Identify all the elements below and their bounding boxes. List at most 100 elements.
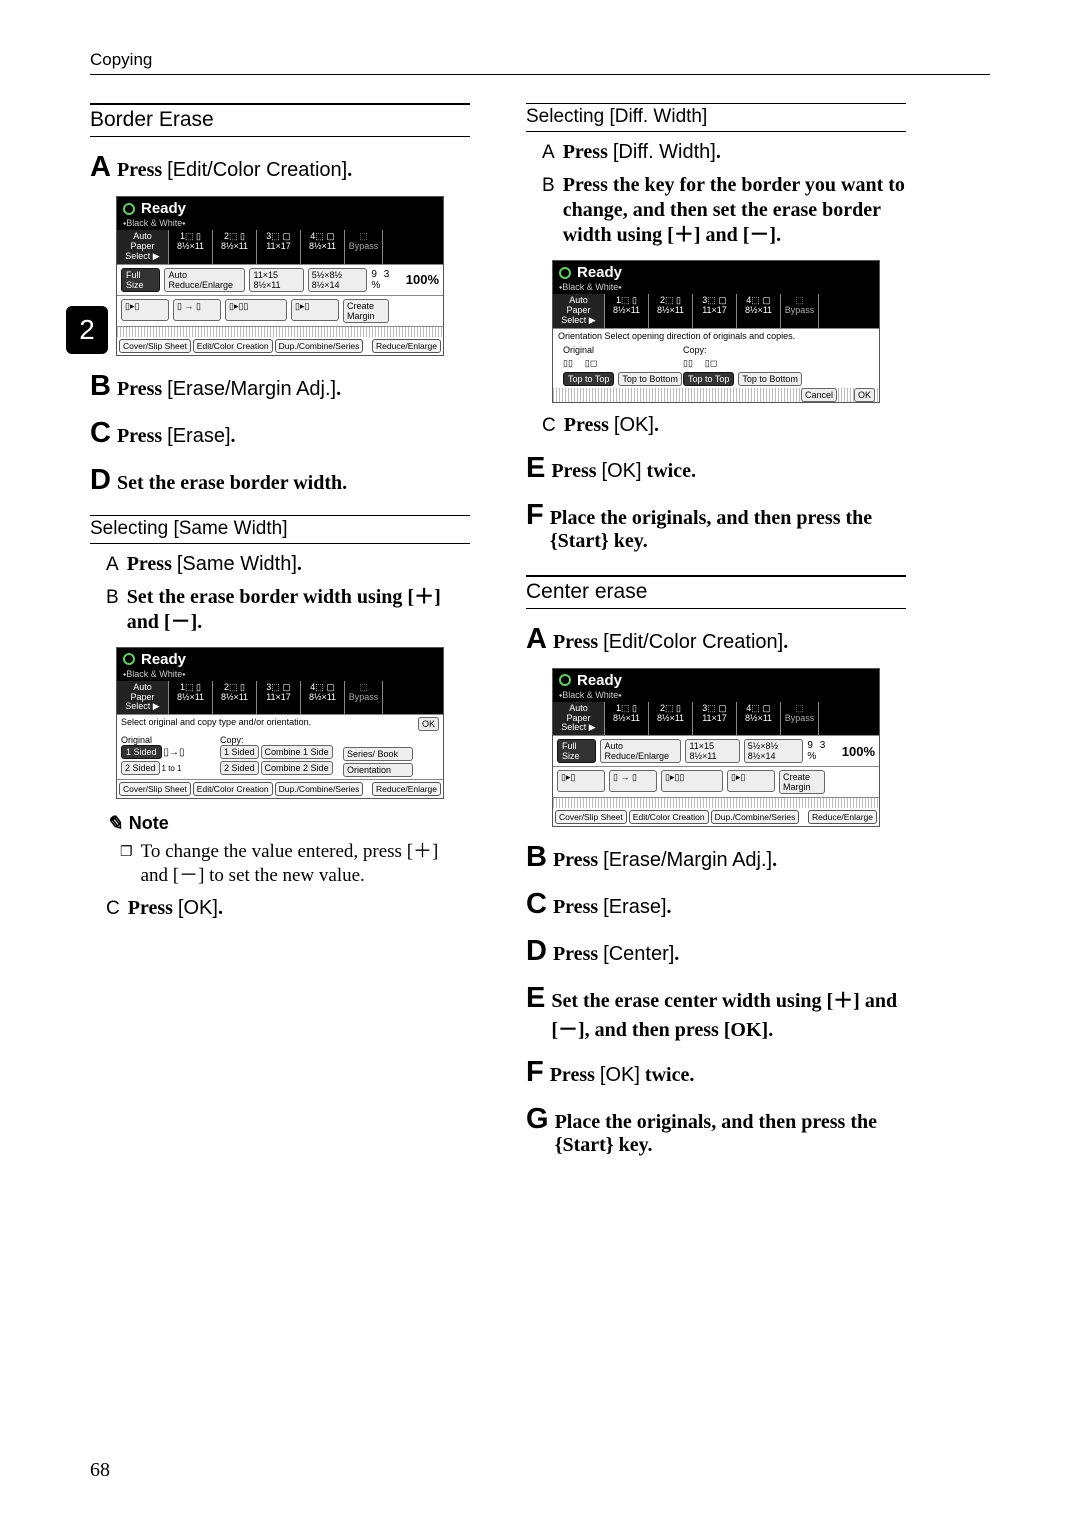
scr2-f4[interactable]: Reduce/Enlarge — [372, 782, 441, 796]
scr2-cmb2[interactable]: Combine 2 Side — [261, 761, 333, 775]
diff-width-heading: Selecting [Diff. Width] — [526, 103, 906, 132]
page-header: Copying — [90, 50, 990, 75]
scr2-c1s[interactable]: 1 Sided — [220, 745, 259, 759]
scr4-t3[interactable]: 3⬚ ▢ 11×17 — [693, 702, 737, 736]
scr2-orn[interactable]: Orientation — [343, 763, 413, 777]
scr-thumb3[interactable]: ▯▸▯▯ — [225, 299, 287, 321]
scr-tray4[interactable]: 4⬚ ▢ 8½×11 — [301, 230, 345, 264]
scr4-f2[interactable]: Edit/Color Creation — [629, 810, 709, 824]
scr-foot1[interactable]: Cover/Slip Sheet — [119, 339, 191, 353]
screenshot-2: Ready ⬩Black & White⬩ Auto Paper Select … — [116, 647, 444, 800]
s2-letter-g: G — [526, 1103, 549, 1136]
scr-thumb4[interactable]: ▯▸▯ — [291, 299, 339, 321]
scr2-copy: Copy: — [220, 735, 340, 745]
b-btn: [Erase/Margin Adj.] — [167, 378, 336, 400]
scr4-th1[interactable]: ▯▸▯ — [557, 770, 605, 792]
scr3-t2[interactable]: 2⬚ ▯ 8½×11 — [649, 294, 693, 328]
scr2-ap[interactable]: Auto Paper Select ▶ — [117, 681, 169, 715]
scr-thumb2[interactable]: ▯ → ▯ — [173, 299, 221, 321]
scr4-t1[interactable]: 1⬚ ▯ 8½×11 — [605, 702, 649, 736]
s2f-b: [OK] — [600, 1064, 640, 1086]
left-column: Border Erase A Press [Edit/Color Creatio… — [90, 101, 470, 1165]
scr2-t4[interactable]: 4⬚ ▢ 8½×11 — [301, 681, 345, 715]
scr4-f1[interactable]: Cover/Slip Sheet — [555, 810, 627, 824]
scr4-th2[interactable]: ▯ → ▯ — [609, 770, 657, 792]
note-label: Note — [129, 813, 169, 834]
scr4-r1[interactable]: 11×15 8½×11 — [685, 739, 739, 763]
scr4-fs[interactable]: Full Size — [557, 739, 596, 763]
scr-tray3[interactable]: 3⬚ ▢ 11×17 — [257, 230, 301, 264]
s2c-p: Press — [553, 896, 603, 918]
scr-thumb1[interactable]: ▯▸▯ — [121, 299, 169, 321]
scr2-sb[interactable]: Series/ Book — [343, 747, 413, 761]
scr2-t1[interactable]: 1⬚ ▯ 8½×11 — [169, 681, 213, 715]
scr4-ar[interactable]: Auto Reduce/Enlarge — [600, 739, 681, 763]
scr-foot4[interactable]: Reduce/Enlarge — [372, 339, 441, 353]
scr2-by[interactable]: ⬚ Bypass — [345, 681, 383, 715]
r-sub-b-letter: B — [542, 175, 555, 197]
scr2-t2[interactable]: 2⬚ ▯ 8½×11 — [213, 681, 257, 715]
s2-step-g: G Place the originals, and then press th… — [526, 1103, 906, 1157]
ra-prefix: Press — [563, 141, 613, 163]
scr2-orient-row: Select original and copy type and/or ori… — [121, 717, 311, 731]
scr4-th3[interactable]: ▯▸▯▯ — [661, 770, 723, 792]
scr4-ap[interactable]: Auto Paper Select ▶ — [553, 702, 605, 736]
scr-auto-paper[interactable]: Auto Paper Select ▶ — [117, 230, 169, 264]
scr-fullsize[interactable]: Full Size — [121, 268, 160, 292]
scr2-t3[interactable]: 3⬚ ▢ 11×17 — [257, 681, 301, 715]
scr-bypass[interactable]: ⬚ Bypass — [345, 230, 383, 264]
scr4-cm[interactable]: Create Margin — [779, 770, 825, 794]
scr-create-margin[interactable]: Create Margin — [343, 299, 389, 323]
scr-autore[interactable]: Auto Reduce/Enlarge — [164, 268, 245, 292]
b-suffix: . — [336, 378, 341, 400]
step-a-prefix: Press — [117, 159, 167, 181]
scr3-tb1[interactable]: Top to Bottom — [618, 372, 682, 386]
scr3-t4[interactable]: 4⬚ ▢ 8½×11 — [737, 294, 781, 328]
scr4-by[interactable]: ⬚ Bypass — [781, 702, 819, 736]
scr2-f1[interactable]: Cover/Slip Sheet — [119, 782, 191, 796]
scr-foot3[interactable]: Dup./Combine/Series — [275, 339, 364, 353]
scr4-t2[interactable]: 2⬚ ▯ 8½×11 — [649, 702, 693, 736]
scr4-th4[interactable]: ▯▸▯ — [727, 770, 775, 792]
scr4-stripe — [553, 798, 879, 808]
scr3-tt1[interactable]: Top to Top — [563, 372, 614, 386]
r-substep-a: A Press [Diff. Width]. — [542, 140, 906, 165]
step-d: D Set the erase border width. — [90, 464, 470, 497]
sc-prefix: Press — [128, 897, 178, 919]
scr4-f4[interactable]: Reduce/Enlarge — [808, 810, 877, 824]
scr-tray2[interactable]: 2⬚ ▯ 8½×11 — [213, 230, 257, 264]
scr-foot2[interactable]: Edit/Color Creation — [193, 339, 273, 353]
scr2-cmb1[interactable]: Combine 1 Side — [261, 745, 333, 759]
sub-b-letter: B — [106, 587, 119, 609]
sc-btn: [OK] — [178, 897, 218, 919]
scr-tray1[interactable]: 1⬚ ▯ 8½×11 — [169, 230, 213, 264]
s2c-s: . — [667, 896, 672, 918]
scr3-t3[interactable]: 3⬚ ▢ 11×17 — [693, 294, 737, 328]
scr4-f3[interactable]: Dup./Combine/Series — [711, 810, 800, 824]
b-prefix: Press — [117, 378, 167, 400]
scr3-by[interactable]: ⬚ Bypass — [781, 294, 819, 328]
scr4-t4[interactable]: 4⬚ ▢ 8½×11 — [737, 702, 781, 736]
scr-ratio2[interactable]: 5½×8½ 8½×14 — [308, 268, 368, 292]
scr2-c2s[interactable]: 2 Sided — [220, 761, 259, 775]
sa-btn: [Same Width] — [177, 553, 297, 575]
s2-step-e: E Set the erase center width using [＋] a… — [526, 982, 906, 1042]
scr2-f2[interactable]: Edit/Color Creation — [193, 782, 273, 796]
scr3-cancel[interactable]: Cancel — [801, 388, 837, 402]
side-tab: 2 — [66, 306, 108, 354]
step-letter-f: F — [526, 499, 544, 532]
scr2-1s[interactable]: 1 Sided — [121, 745, 162, 759]
scr2-ok[interactable]: OK — [418, 717, 439, 731]
scr3-t1[interactable]: 1⬚ ▯ 8½×11 — [605, 294, 649, 328]
s2-letter-c: C — [526, 888, 547, 921]
scr-ratio1[interactable]: 11×15 8½×11 — [249, 268, 303, 292]
scr2-f3[interactable]: Dup./Combine/Series — [275, 782, 364, 796]
scr3-ok[interactable]: OK — [854, 388, 875, 402]
scr4-r2[interactable]: 5½×8½ 8½×14 — [744, 739, 804, 763]
scr3-tt2[interactable]: Top to Top — [683, 372, 734, 386]
scr2-2s[interactable]: 2 Sided — [121, 761, 160, 775]
scr3-ap[interactable]: Auto Paper Select ▶ — [553, 294, 605, 328]
substep-a: A Press [Same Width]. — [106, 552, 470, 577]
s2f-p: Press — [550, 1064, 600, 1086]
scr3-tb2[interactable]: Top to Bottom — [738, 372, 802, 386]
